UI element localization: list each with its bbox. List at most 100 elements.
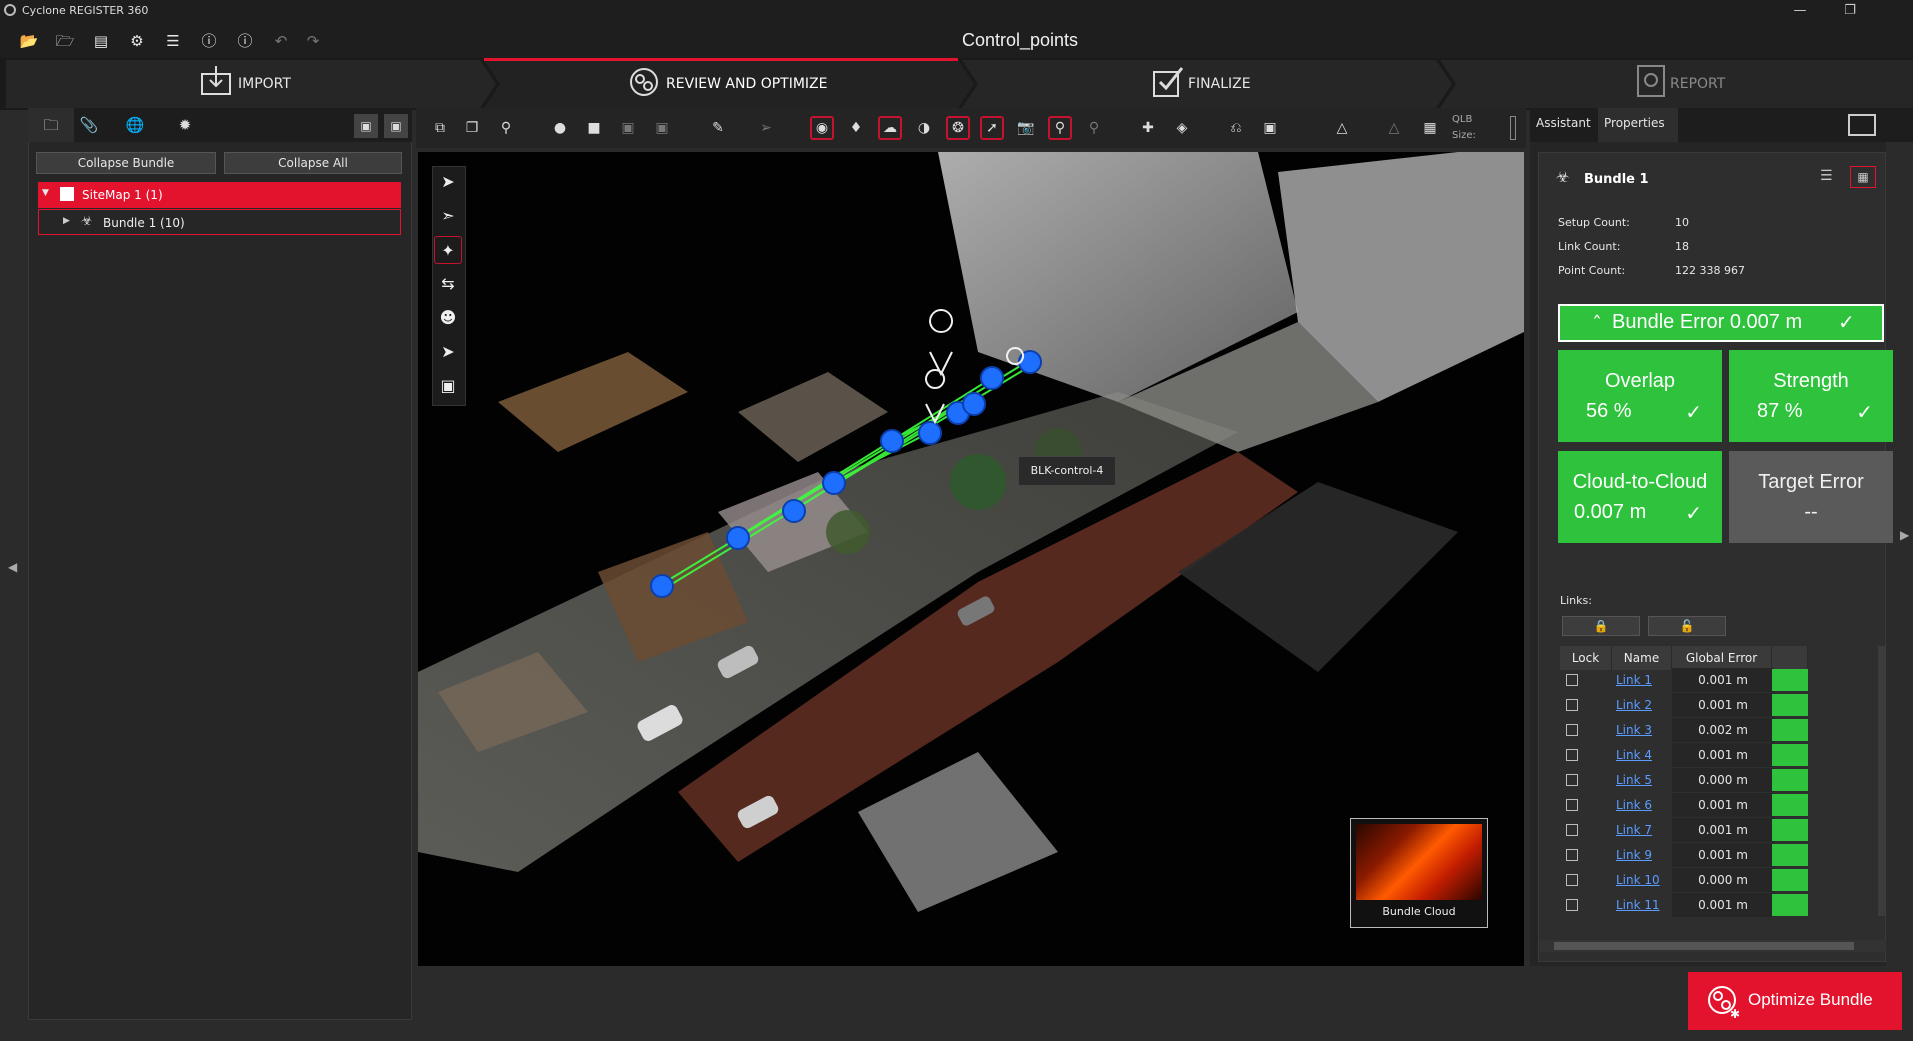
attachment-tab-icon[interactable]: 📎 — [66, 108, 112, 142]
link-name[interactable]: Link 6 — [1616, 793, 1652, 817]
maximize-panel-icon[interactable] — [1848, 114, 1876, 136]
location-pin-icon[interactable]: ⚲ — [1048, 116, 1072, 140]
link-name[interactable]: Link 4 — [1616, 743, 1652, 767]
tab-assistant[interactable]: Assistant — [1536, 116, 1591, 130]
export-map-icon[interactable]: ▣ — [384, 114, 408, 138]
mesh-icon[interactable]: ❂ — [946, 116, 970, 140]
link-row[interactable]: Link 2 0.001 m — [1560, 693, 1858, 718]
step-finalize[interactable]: FINALIZE — [1188, 76, 1251, 92]
open-folder-icon[interactable]: 📂 — [18, 30, 40, 52]
import-map-icon[interactable]: ▣ — [354, 114, 378, 138]
link-row[interactable]: Link 6 0.001 m — [1560, 793, 1858, 818]
lock-checkbox[interactable] — [1566, 749, 1578, 761]
orbit-icon[interactable]: ✦ — [434, 236, 462, 264]
restore-button[interactable]: ❐ — [1830, 0, 1870, 22]
list-view-icon[interactable]: ☰ — [1820, 168, 1833, 184]
step-import[interactable]: IMPORT — [238, 76, 291, 92]
select-arrow-icon[interactable]: ➤ — [434, 168, 462, 196]
link-row[interactable]: Link 5 0.000 m — [1560, 768, 1858, 793]
link-row[interactable]: Link 10 0.000 m — [1560, 868, 1858, 893]
link-row[interactable]: Link 9 0.001 m — [1560, 843, 1858, 868]
cloud-icon[interactable]: ☁ — [878, 116, 902, 140]
pointer-measure-icon[interactable]: ➢ — [754, 116, 778, 140]
box-view-icon[interactable]: ▣ — [434, 372, 462, 400]
optimize-bundle-button[interactable]: ✱ Optimize Bundle — [1688, 972, 1902, 1030]
target-icon[interactable]: ◉ — [810, 116, 834, 140]
lock-links-button[interactable]: 🔒 — [1562, 616, 1640, 636]
tab-properties[interactable]: Properties — [1604, 116, 1665, 130]
link-name[interactable]: Link 10 — [1616, 868, 1660, 892]
col-lock[interactable]: Lock — [1560, 646, 1612, 670]
checker-target-icon[interactable]: ◑ — [912, 116, 936, 140]
multi-select-icon[interactable]: ➣ — [434, 202, 462, 230]
globe-tab-icon[interactable]: 🌐 — [112, 108, 158, 142]
link-name[interactable]: Link 5 — [1616, 768, 1652, 792]
square-view-icon[interactable]: ■ — [582, 116, 606, 140]
cube-view-icon[interactable]: △ — [1330, 116, 1354, 140]
settings-tab-icon[interactable]: ✹ — [162, 108, 208, 142]
collapse-right-panel-icon[interactable]: ▶ — [1900, 528, 1909, 542]
lock-checkbox[interactable] — [1566, 774, 1578, 786]
crop-icon[interactable]: ✚ — [1136, 116, 1160, 140]
tree-item-bundle[interactable]: ▶ ☣ Bundle 1 (10) — [38, 209, 401, 235]
open-project-icon[interactable]: 🗁 — [54, 30, 76, 52]
link-name[interactable]: Link 9 — [1616, 843, 1652, 867]
unlock-links-button[interactable]: 🔓 — [1648, 616, 1726, 636]
qlb-size-slider[interactable] — [1510, 116, 1516, 140]
links-vertical-scrollbar[interactable] — [1878, 646, 1886, 916]
link-row[interactable]: Link 11 0.001 m — [1560, 893, 1858, 918]
selection-box-icon[interactable]: ▣ — [1258, 116, 1282, 140]
link-name[interactable]: Link 3 — [1616, 718, 1652, 742]
link-name[interactable]: Link 2 — [1616, 693, 1652, 717]
undo-icon[interactable]: ↶ — [270, 30, 292, 52]
redo-icon[interactable]: ↷ — [302, 30, 324, 52]
collapse-bundle-button[interactable]: Collapse Bundle — [36, 152, 216, 174]
zoom-fit-icon[interactable]: ⚲ — [494, 116, 518, 140]
setups-icon[interactable]: ● — [548, 116, 572, 140]
lock-checkbox[interactable] — [1566, 899, 1578, 911]
tree-item-sitemap[interactable]: ▼ SiteMap 1 (1) — [38, 182, 401, 208]
step-review-optimize[interactable]: REVIEW AND OPTIMIZE — [666, 76, 828, 92]
clipping-icon[interactable]: △ — [1382, 116, 1406, 140]
help-icon[interactable]: ⓘ — [198, 30, 220, 52]
expand-arrow-icon[interactable]: ▶ — [63, 216, 70, 226]
step-report[interactable]: REPORT — [1670, 76, 1725, 92]
layers-icon[interactable]: ◈ — [1170, 116, 1194, 140]
view-select-icon[interactable]: ⧉ — [428, 116, 452, 140]
database-icon[interactable]: ☰ — [162, 30, 184, 52]
scroll-thumb[interactable] — [1554, 942, 1854, 950]
collapse-left-panel-icon[interactable]: ◀ — [8, 560, 17, 574]
col-name[interactable]: Name — [1612, 646, 1672, 670]
lock-checkbox[interactable] — [1566, 799, 1578, 811]
bundle-cloud-thumbnail[interactable]: Bundle Cloud — [1350, 818, 1488, 928]
target-error-card[interactable]: Target Error -- — [1729, 451, 1893, 543]
camera-icon[interactable]: 📷 — [1014, 116, 1038, 140]
fence-icon[interactable]: ⎌ — [1224, 116, 1248, 140]
lock-checkbox[interactable] — [1566, 824, 1578, 836]
user-location-icon[interactable]: ⚲ — [1082, 116, 1106, 140]
view-window-icon[interactable]: ❐ — [460, 116, 484, 140]
link-row[interactable]: Link 7 0.001 m — [1560, 818, 1858, 843]
collapse-arrow-icon[interactable]: ▼ — [42, 188, 49, 198]
pan-icon[interactable]: ⇆ — [434, 270, 462, 298]
link-row[interactable]: Link 1 0.001 m — [1560, 668, 1858, 693]
walk-icon[interactable]: ☻ — [434, 304, 462, 332]
link-name[interactable]: Link 1 — [1616, 668, 1652, 692]
info-icon[interactable]: ⓘ — [234, 30, 256, 52]
link-tool-icon[interactable]: ➚ — [980, 116, 1004, 140]
grid-view-icon[interactable]: ▦ — [1850, 166, 1876, 188]
image-icon[interactable]: ▣ — [650, 116, 674, 140]
lock-checkbox[interactable] — [1566, 724, 1578, 736]
tag-icon[interactable]: ♦ — [844, 116, 868, 140]
measure-icon[interactable]: ✎ — [706, 116, 730, 140]
collapse-all-button[interactable]: Collapse All — [224, 152, 402, 174]
link-row[interactable]: Link 4 0.001 m — [1560, 743, 1858, 768]
fly-icon[interactable]: ➤ — [434, 338, 462, 366]
bundle-error-toggle[interactable]: ˆ Bundle Error 0.007 m ✓ — [1558, 304, 1884, 342]
qlb-size-icon[interactable]: ▦ — [1418, 116, 1442, 140]
settings-gear-icon[interactable]: ⚙ — [126, 30, 148, 52]
panorama-icon[interactable]: ▣ — [616, 116, 640, 140]
strength-card[interactable]: Strength 87 % ✓ — [1729, 350, 1893, 442]
overlap-card[interactable]: Overlap 56 % ✓ — [1558, 350, 1722, 442]
scanner-icon[interactable]: ▤ — [90, 30, 112, 52]
